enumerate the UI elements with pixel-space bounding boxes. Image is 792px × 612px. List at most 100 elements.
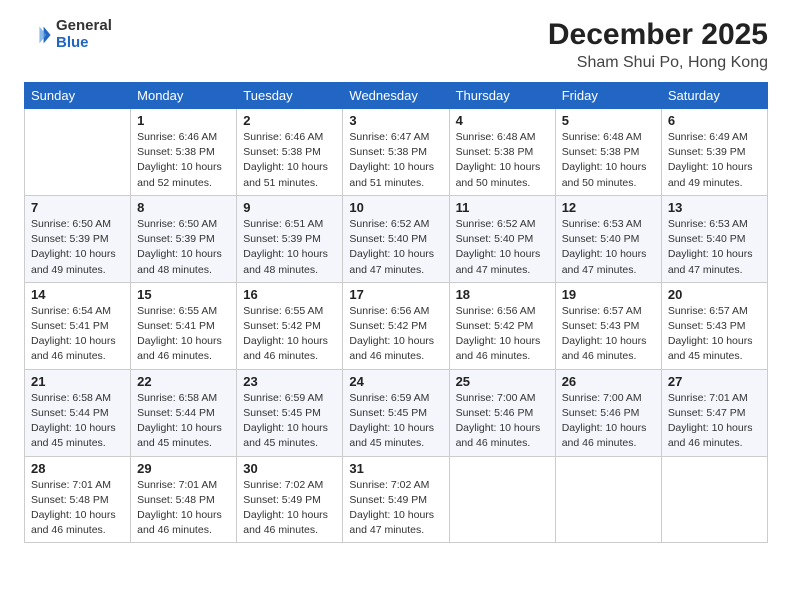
col-header-wednesday: Wednesday xyxy=(343,83,449,109)
day-cell xyxy=(661,456,767,543)
day-cell: 24 Sunrise: 6:59 AM Sunset: 5:45 PM Dayli… xyxy=(343,369,449,456)
day-cell: 8Sunrise: 6:50 AM Sunset: 5:39 PM Daylig… xyxy=(131,195,237,282)
day-number: 28 xyxy=(31,461,124,476)
day-number: 13 xyxy=(668,200,761,215)
day-info: Sunrise: 6:55 AM Sunset: 5:41 PM Dayligh… xyxy=(137,304,230,365)
day-number: 26 xyxy=(562,374,655,389)
day-info: Sunrise: 6:48 AM Sunset: 5:38 PM Dayligh… xyxy=(562,130,655,191)
day-cell: 5 Sunrise: 6:48 AM Sunset: 5:38 PM Daylig… xyxy=(555,109,661,196)
day-number: 9 xyxy=(243,200,336,215)
day-number: 7 xyxy=(31,200,124,215)
day-number: 1 xyxy=(137,113,230,128)
day-cell: 21 Sunrise: 6:58 AM Sunset: 5:44 PM Dayli… xyxy=(25,369,131,456)
day-info: Sunrise: 6:46 AM Sunset: 5:38 PM Dayligh… xyxy=(243,130,336,191)
col-header-monday: Monday xyxy=(131,83,237,109)
day-cell: 11Sunrise: 6:52 AM Sunset: 5:40 PM Dayli… xyxy=(449,195,555,282)
sub-title: Sham Shui Po, Hong Kong xyxy=(548,54,768,72)
week-row-5: 28 Sunrise: 7:01 AM Sunset: 5:48 PM Dayli… xyxy=(25,456,768,543)
day-cell: 15 Sunrise: 6:55 AM Sunset: 5:41 PM Dayli… xyxy=(131,282,237,369)
day-cell: 6Sunrise: 6:49 AM Sunset: 5:39 PM Daylig… xyxy=(661,109,767,196)
day-cell xyxy=(449,456,555,543)
day-cell: 20Sunrise: 6:57 AM Sunset: 5:43 PM Dayli… xyxy=(661,282,767,369)
day-info: Sunrise: 6:50 AM Sunset: 5:39 PM Dayligh… xyxy=(137,217,230,278)
day-cell: 27 Sunrise: 7:01 AM Sunset: 5:47 PM Dayli… xyxy=(661,369,767,456)
day-number: 10 xyxy=(349,200,442,215)
day-number: 17 xyxy=(349,287,442,302)
day-cell: 4Sunrise: 6:48 AM Sunset: 5:38 PM Daylig… xyxy=(449,109,555,196)
day-number: 19 xyxy=(562,287,655,302)
day-info: Sunrise: 6:59 AM Sunset: 5:45 PM Dayligh… xyxy=(349,391,442,452)
day-info: Sunrise: 7:02 AM Sunset: 5:49 PM Dayligh… xyxy=(243,478,336,539)
day-info: Sunrise: 6:58 AM Sunset: 5:44 PM Dayligh… xyxy=(137,391,230,452)
logo: General Blue xyxy=(24,18,112,51)
day-cell: 18 Sunrise: 6:56 AM Sunset: 5:42 PM Dayli… xyxy=(449,282,555,369)
day-info: Sunrise: 6:56 AM Sunset: 5:42 PM Dayligh… xyxy=(349,304,442,365)
day-info: Sunrise: 6:55 AM Sunset: 5:42 PM Dayligh… xyxy=(243,304,336,365)
day-info: Sunrise: 7:01 AM Sunset: 5:47 PM Dayligh… xyxy=(668,391,761,452)
day-cell: 1 Sunrise: 6:46 AM Sunset: 5:38 PM Daylig… xyxy=(131,109,237,196)
day-info: Sunrise: 6:52 AM Sunset: 5:40 PM Dayligh… xyxy=(349,217,442,278)
logo-general: General xyxy=(56,18,112,35)
day-cell: 14 Sunrise: 6:54 AM Sunset: 5:41 PM Dayli… xyxy=(25,282,131,369)
day-number: 23 xyxy=(243,374,336,389)
week-row-1: 1 Sunrise: 6:46 AM Sunset: 5:38 PM Daylig… xyxy=(25,109,768,196)
day-number: 4 xyxy=(456,113,549,128)
day-number: 21 xyxy=(31,374,124,389)
main-title: December 2025 xyxy=(548,18,768,52)
day-cell: 22 Sunrise: 6:58 AM Sunset: 5:44 PM Dayli… xyxy=(131,369,237,456)
day-number: 18 xyxy=(456,287,549,302)
day-info: Sunrise: 6:53 AM Sunset: 5:40 PM Dayligh… xyxy=(668,217,761,278)
day-number: 3 xyxy=(349,113,442,128)
day-info: Sunrise: 7:02 AM Sunset: 5:49 PM Dayligh… xyxy=(349,478,442,539)
day-cell: 25 Sunrise: 7:00 AM Sunset: 5:46 PM Dayli… xyxy=(449,369,555,456)
day-info: Sunrise: 6:46 AM Sunset: 5:38 PM Dayligh… xyxy=(137,130,230,191)
day-number: 30 xyxy=(243,461,336,476)
day-info: Sunrise: 6:54 AM Sunset: 5:41 PM Dayligh… xyxy=(31,304,124,365)
day-cell: 9Sunrise: 6:51 AM Sunset: 5:39 PM Daylig… xyxy=(237,195,343,282)
day-info: Sunrise: 6:56 AM Sunset: 5:42 PM Dayligh… xyxy=(456,304,549,365)
day-cell: 23 Sunrise: 6:59 AM Sunset: 5:45 PM Dayli… xyxy=(237,369,343,456)
day-cell xyxy=(25,109,131,196)
col-header-friday: Friday xyxy=(555,83,661,109)
day-cell: 2 Sunrise: 6:46 AM Sunset: 5:38 PM Daylig… xyxy=(237,109,343,196)
day-number: 15 xyxy=(137,287,230,302)
day-number: 25 xyxy=(456,374,549,389)
day-number: 2 xyxy=(243,113,336,128)
day-number: 24 xyxy=(349,374,442,389)
day-info: Sunrise: 6:53 AM Sunset: 5:40 PM Dayligh… xyxy=(562,217,655,278)
day-info: Sunrise: 7:01 AM Sunset: 5:48 PM Dayligh… xyxy=(31,478,124,539)
day-info: Sunrise: 6:58 AM Sunset: 5:44 PM Dayligh… xyxy=(31,391,124,452)
day-info: Sunrise: 6:49 AM Sunset: 5:39 PM Dayligh… xyxy=(668,130,761,191)
day-number: 27 xyxy=(668,374,761,389)
col-header-sunday: Sunday xyxy=(25,83,131,109)
day-cell: 13 Sunrise: 6:53 AM Sunset: 5:40 PM Dayli… xyxy=(661,195,767,282)
day-cell: 26 Sunrise: 7:00 AM Sunset: 5:46 PM Dayli… xyxy=(555,369,661,456)
day-cell: 12 Sunrise: 6:53 AM Sunset: 5:40 PM Dayli… xyxy=(555,195,661,282)
day-cell: 28 Sunrise: 7:01 AM Sunset: 5:48 PM Dayli… xyxy=(25,456,131,543)
day-number: 22 xyxy=(137,374,230,389)
day-cell: 7 Sunrise: 6:50 AM Sunset: 5:39 PM Daylig… xyxy=(25,195,131,282)
day-info: Sunrise: 6:50 AM Sunset: 5:39 PM Dayligh… xyxy=(31,217,124,278)
day-info: Sunrise: 6:57 AM Sunset: 5:43 PM Dayligh… xyxy=(562,304,655,365)
logo-blue: Blue xyxy=(56,35,112,52)
day-cell: 19 Sunrise: 6:57 AM Sunset: 5:43 PM Dayli… xyxy=(555,282,661,369)
day-number: 14 xyxy=(31,287,124,302)
day-info: Sunrise: 7:01 AM Sunset: 5:48 PM Dayligh… xyxy=(137,478,230,539)
day-cell: 29Sunrise: 7:01 AM Sunset: 5:48 PM Dayli… xyxy=(131,456,237,543)
day-number: 5 xyxy=(562,113,655,128)
week-row-2: 7 Sunrise: 6:50 AM Sunset: 5:39 PM Daylig… xyxy=(25,195,768,282)
day-cell: 31 Sunrise: 7:02 AM Sunset: 5:49 PM Dayli… xyxy=(343,456,449,543)
day-info: Sunrise: 7:00 AM Sunset: 5:46 PM Dayligh… xyxy=(456,391,549,452)
day-number: 12 xyxy=(562,200,655,215)
col-header-tuesday: Tuesday xyxy=(237,83,343,109)
day-number: 31 xyxy=(349,461,442,476)
day-info: Sunrise: 6:47 AM Sunset: 5:38 PM Dayligh… xyxy=(349,130,442,191)
day-info: Sunrise: 6:59 AM Sunset: 5:45 PM Dayligh… xyxy=(243,391,336,452)
page: General Blue December 2025 Sham Shui Po,… xyxy=(0,0,792,612)
col-header-thursday: Thursday xyxy=(449,83,555,109)
day-cell: 3 Sunrise: 6:47 AM Sunset: 5:38 PM Daylig… xyxy=(343,109,449,196)
title-block: December 2025 Sham Shui Po, Hong Kong xyxy=(548,18,768,72)
day-info: Sunrise: 7:00 AM Sunset: 5:46 PM Dayligh… xyxy=(562,391,655,452)
day-cell xyxy=(555,456,661,543)
calendar-header-row: SundayMondayTuesdayWednesdayThursdayFrid… xyxy=(25,83,768,109)
